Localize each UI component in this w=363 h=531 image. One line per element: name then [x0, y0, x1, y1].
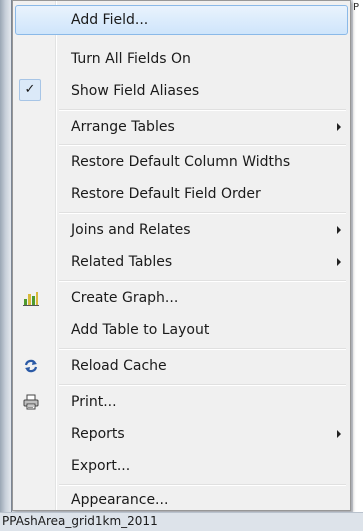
layer-name-status: PPAshArea_grid1km_2011 — [0, 512, 363, 531]
menu-item-label: Related Tables — [71, 254, 173, 270]
menu-item-create-graph[interactable]: Create Graph... — [15, 283, 348, 313]
submenu-arrow-icon — [337, 258, 341, 266]
menu-separator — [59, 384, 346, 386]
menu-item-label: Reload Cache — [71, 358, 167, 374]
menu-item-appearance[interactable]: Appearance... — [15, 485, 348, 515]
table-backdrop: P — [353, 0, 363, 530]
menu-separator — [59, 109, 346, 111]
menu-separator — [59, 348, 346, 350]
menu-item-label: Arrange Tables — [71, 119, 175, 135]
table-options-context-menu: Add Field... Turn All Fields On ✓ Show F… — [12, 0, 351, 511]
menu-item-label: Reports — [71, 426, 125, 442]
menu-item-label: Add Table to Layout — [71, 322, 210, 338]
menu-item-label: Turn All Fields On — [71, 51, 191, 67]
menu-item-label: Restore Default Field Order — [71, 186, 261, 202]
bar-graph-icon — [23, 290, 39, 306]
menu-item-label: Joins and Relates — [71, 222, 191, 238]
menu-item-add-table-to-layout[interactable]: Add Table to Layout — [15, 315, 348, 345]
menu-item-turn-all-fields-on[interactable]: Turn All Fields On — [15, 44, 348, 74]
submenu-arrow-icon — [337, 226, 341, 234]
menu-item-label: Add Field... — [71, 12, 149, 28]
submenu-arrow-icon — [337, 430, 341, 438]
menu-item-label: Create Graph... — [71, 290, 179, 306]
refresh-icon — [23, 358, 39, 374]
menu-item-joins-and-relates[interactable]: Joins and Relates — [15, 215, 348, 245]
menu-item-label: Show Field Aliases — [71, 83, 200, 99]
menu-item-label: Restore Default Column Widths — [71, 154, 291, 170]
menu-item-arrange-tables[interactable]: Arrange Tables — [15, 112, 348, 142]
menu-item-add-field[interactable]: Add Field... — [15, 5, 348, 35]
menu-item-show-field-aliases[interactable]: ✓ Show Field Aliases — [15, 76, 348, 106]
menu-item-reports[interactable]: Reports — [15, 419, 348, 449]
menu-separator — [59, 212, 346, 214]
menu-item-reload-cache[interactable]: Reload Cache — [15, 351, 348, 381]
menu-item-label: Appearance... — [71, 492, 169, 508]
submenu-arrow-icon — [337, 123, 341, 131]
menu-item-restore-default-column-widths[interactable]: Restore Default Column Widths — [15, 147, 348, 177]
checkmark-icon: ✓ — [19, 79, 41, 101]
menu-item-export[interactable]: Export... — [15, 451, 348, 481]
printer-icon — [23, 394, 39, 410]
menu-item-print[interactable]: Print... — [15, 387, 348, 417]
window-frame-left — [0, 0, 12, 530]
backdrop-fragment: P — [353, 2, 360, 13]
menu-item-related-tables[interactable]: Related Tables — [15, 247, 348, 277]
menu-item-label: Print... — [71, 394, 117, 410]
menu-separator — [59, 144, 346, 146]
menu-item-restore-default-field-order[interactable]: Restore Default Field Order — [15, 179, 348, 209]
menu-separator — [59, 280, 346, 282]
menu-item-label: Export... — [71, 458, 131, 474]
